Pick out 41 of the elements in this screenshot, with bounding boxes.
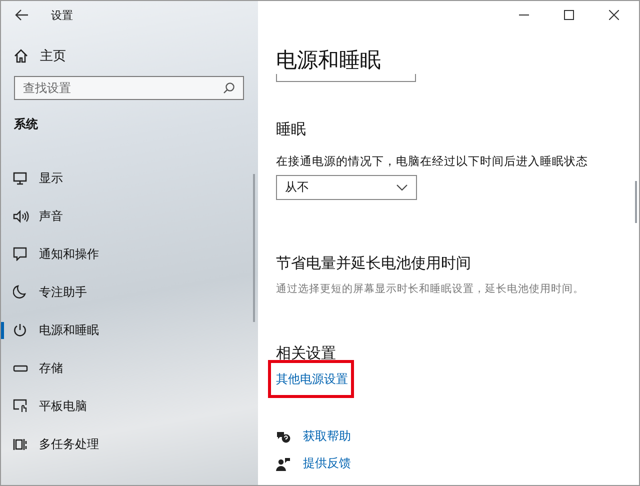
power-icon (13, 323, 27, 337)
feedback-person-icon (276, 456, 291, 470)
tablet-icon (13, 399, 28, 413)
monitor-icon (13, 172, 27, 184)
scrollbar[interactable] (253, 174, 255, 322)
nav-item[interactable]: 专注助手 (1, 273, 250, 311)
power-settings-link[interactable]: 其他电源设置 (276, 371, 348, 388)
help-link[interactable]: 获取帮助 (303, 428, 351, 445)
search-icon (223, 82, 235, 94)
speaker-icon (13, 210, 29, 222)
nav-item[interactable]: 电源和睡眠 (1, 311, 250, 349)
help-chat-icon (276, 430, 291, 444)
scrollbar[interactable] (635, 181, 637, 223)
section-heading: 睡眠 (276, 120, 306, 139)
maximize-icon[interactable] (564, 10, 574, 20)
nav-item[interactable]: 显示 (1, 159, 250, 197)
window-title: 设置 (51, 8, 73, 22)
sleep-label: 在接通电源的情况下，电脑在经过以下时间后进入睡眠状态 (276, 154, 588, 169)
drive-icon (13, 364, 28, 372)
section-heading: 节省电量并延长电池使用时间 (276, 254, 471, 273)
chevron-down-icon (396, 184, 408, 191)
section-heading: 相关设置 (276, 344, 336, 363)
nav-item[interactable]: 通知和操作 (1, 235, 250, 273)
close-icon[interactable] (609, 10, 619, 20)
nav-item[interactable]: 声音 (1, 197, 250, 235)
help-link[interactable]: 提供反馈 (303, 455, 351, 472)
home-icon (14, 49, 28, 63)
home-link[interactable]: 主页 (14, 47, 66, 65)
nav-item[interactable]: 存储 (1, 349, 250, 387)
multitask-icon (13, 438, 28, 450)
speech-bubble-icon (13, 247, 27, 261)
dropdown[interactable] (276, 74, 416, 82)
moon-icon (13, 285, 26, 299)
nav-item[interactable]: 平板电脑 (1, 387, 250, 425)
nav-item[interactable]: 多任务处理 (1, 425, 250, 463)
sleep-dropdown[interactable]: 从不 (276, 175, 417, 200)
search-field[interactable]: 查找设置 (14, 76, 244, 100)
page-title: 电源和睡眠 (276, 47, 381, 74)
battery-description: 通过选择更短的屏幕显示时长和睡眠设置，延长电池使用时间。 (276, 282, 584, 296)
section-title: 系统 (14, 116, 38, 133)
back-arrow-icon[interactable] (15, 9, 29, 21)
